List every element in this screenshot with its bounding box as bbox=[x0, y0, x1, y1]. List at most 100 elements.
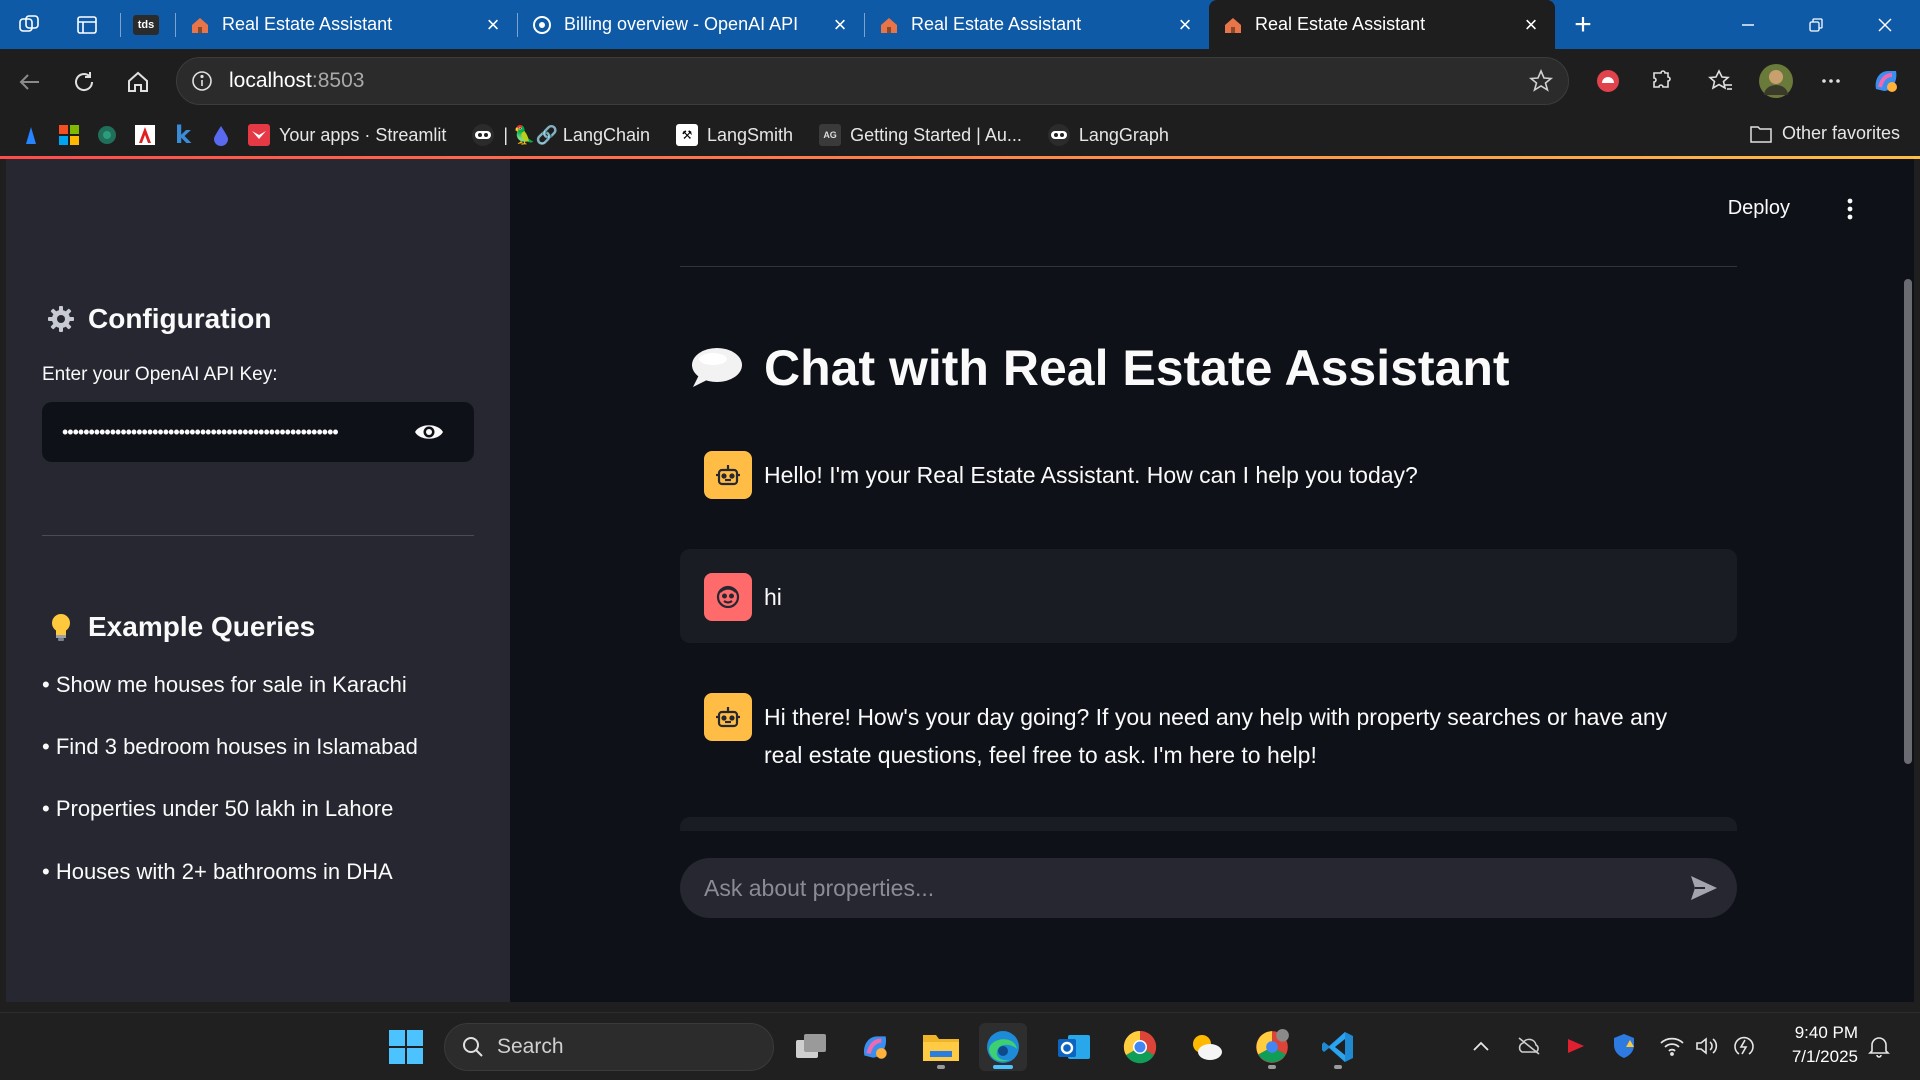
running-indicator bbox=[1334, 1065, 1342, 1069]
search-icon bbox=[463, 1037, 483, 1057]
refresh-icon[interactable] bbox=[64, 62, 104, 102]
tab-real-estate-active[interactable]: Real Estate Assistant × bbox=[1209, 0, 1555, 49]
favorite-star-icon[interactable] bbox=[1528, 68, 1554, 99]
favorite-langsmith[interactable]: ⚒ LangSmith bbox=[676, 124, 793, 146]
new-tab-button[interactable]: + bbox=[1563, 5, 1603, 45]
workspaces-icon[interactable] bbox=[12, 8, 46, 42]
globe-icon[interactable] bbox=[94, 122, 120, 148]
profile-avatar-icon[interactable] bbox=[1756, 61, 1796, 101]
tray-app-red-icon[interactable] bbox=[1561, 1031, 1591, 1061]
clock-date: 7/1/2025 bbox=[1791, 1047, 1858, 1066]
favorites-bar: k Your apps · Streamlit | 🦜🔗 LangChain ⚒… bbox=[0, 114, 1920, 156]
page-title: Chat with Real Estate Assistant bbox=[688, 339, 1510, 397]
adobe-icon[interactable] bbox=[132, 122, 158, 148]
langchain-icon bbox=[472, 124, 495, 146]
wifi-icon[interactable] bbox=[1657, 1031, 1687, 1061]
api-key-input[interactable]: ••••••••••••••••••••••••••••••••••••••••… bbox=[42, 402, 474, 462]
task-view-icon[interactable] bbox=[787, 1023, 835, 1071]
other-favorites[interactable]: Other favorites bbox=[1749, 123, 1900, 144]
chrome-profile-icon[interactable] bbox=[1248, 1023, 1296, 1071]
more-options-icon[interactable] bbox=[1811, 61, 1851, 101]
next-message-edge bbox=[680, 817, 1737, 831]
minimize-button[interactable] bbox=[1719, 0, 1777, 49]
chrome-icon[interactable] bbox=[1116, 1023, 1164, 1071]
tab-real-estate-1[interactable]: Real Estate Assistant × bbox=[176, 0, 517, 49]
message-text: Hi there! How's your day going? If you n… bbox=[764, 704, 1668, 768]
api-key-masked-value: ••••••••••••••••••••••••••••••••••••••••… bbox=[62, 421, 339, 442]
show-hidden-icons-chevron-icon[interactable] bbox=[1466, 1031, 1496, 1061]
close-tab-icon[interactable]: × bbox=[483, 13, 503, 35]
windows-start-icon[interactable] bbox=[382, 1023, 430, 1071]
page-scrollbar[interactable] bbox=[1904, 279, 1912, 764]
show-password-eye-icon[interactable] bbox=[414, 419, 444, 450]
favorites-icon[interactable] bbox=[1701, 61, 1741, 101]
copilot-app-icon[interactable] bbox=[851, 1023, 899, 1071]
close-tab-icon[interactable]: × bbox=[830, 13, 850, 35]
sidebar: Configuration Enter your OpenAI API Key:… bbox=[6, 159, 510, 1002]
address-bar[interactable]: localhost:8503 bbox=[176, 57, 1569, 105]
weather-icon[interactable] bbox=[1182, 1023, 1230, 1071]
k-icon[interactable]: k bbox=[170, 121, 196, 149]
close-tab-icon[interactable]: × bbox=[1175, 13, 1195, 35]
config-heading: Configuration bbox=[46, 303, 272, 335]
house-icon bbox=[190, 15, 210, 35]
security-warning-icon[interactable] bbox=[1609, 1031, 1639, 1061]
header-divider bbox=[680, 266, 1737, 267]
back-icon[interactable] bbox=[10, 62, 50, 102]
outlook-icon[interactable] bbox=[1050, 1023, 1098, 1071]
battery-charging-icon[interactable] bbox=[1729, 1031, 1759, 1061]
send-icon[interactable] bbox=[1689, 874, 1719, 907]
url-text: localhost:8503 bbox=[229, 69, 364, 93]
main-content: Deploy Chat with Real Estate Assistant H… bbox=[510, 159, 1914, 1002]
autogen-icon: AG bbox=[819, 124, 842, 146]
favorite-langgraph[interactable]: LangGraph bbox=[1047, 124, 1169, 146]
notifications-bell-icon[interactable] bbox=[1864, 1031, 1894, 1061]
other-favorites-label: Other favorites bbox=[1781, 123, 1900, 143]
home-icon[interactable] bbox=[118, 62, 158, 102]
extension-red-icon[interactable] bbox=[1588, 61, 1628, 101]
volume-icon[interactable] bbox=[1693, 1031, 1723, 1061]
restore-button[interactable] bbox=[1787, 0, 1845, 49]
url-port: :8503 bbox=[311, 69, 365, 92]
running-indicator bbox=[937, 1065, 945, 1069]
favorite-streamlit[interactable]: Your apps · Streamlit bbox=[248, 124, 446, 146]
tab-billing-openai[interactable]: Billing overview - OpenAI API × bbox=[518, 0, 864, 49]
langsmith-icon: ⚒ bbox=[676, 124, 698, 146]
url-host: localhost bbox=[229, 69, 312, 92]
active-indicator bbox=[993, 1065, 1013, 1069]
copilot-icon[interactable] bbox=[1866, 61, 1906, 101]
favorite-langchain[interactable]: | 🦜🔗 LangChain bbox=[472, 124, 650, 146]
atlassian-icon[interactable] bbox=[18, 122, 44, 148]
taskbar-search[interactable]: Search bbox=[444, 1023, 774, 1071]
favorite-label: | 🦜🔗 LangChain bbox=[503, 124, 650, 145]
system-clock[interactable]: 9:40 PM 7/1/2025 bbox=[1792, 1021, 1858, 1069]
browser-tab-strip: tds Real Estate Assistant × Billing over… bbox=[0, 0, 1920, 49]
config-title: Configuration bbox=[88, 303, 272, 334]
tab-actions-icon[interactable] bbox=[70, 8, 104, 42]
vscode-icon[interactable] bbox=[1314, 1023, 1362, 1071]
close-window-button[interactable] bbox=[1856, 0, 1914, 49]
chat-input[interactable] bbox=[704, 874, 1644, 902]
close-tab-icon[interactable]: × bbox=[1521, 13, 1541, 35]
drop-icon[interactable] bbox=[208, 122, 234, 148]
gear-icon bbox=[46, 304, 76, 334]
chat-input-field[interactable] bbox=[680, 858, 1737, 918]
tab-tds[interactable]: tds bbox=[121, 0, 175, 49]
extensions-icon[interactable] bbox=[1641, 61, 1681, 101]
tab-real-estate-2[interactable]: Real Estate Assistant × bbox=[865, 0, 1209, 49]
chat-message-user: hi bbox=[680, 549, 1737, 643]
examples-heading: Example Queries bbox=[46, 611, 315, 643]
tab-title: Real Estate Assistant bbox=[911, 14, 1082, 34]
favorite-label: Getting Started | Au... bbox=[850, 124, 1022, 145]
favorite-getting-started[interactable]: AG Getting Started | Au... bbox=[819, 124, 1022, 146]
api-key-label: Enter your OpenAI API Key: bbox=[42, 364, 278, 385]
edge-browser-icon[interactable] bbox=[979, 1023, 1027, 1071]
file-explorer-icon[interactable] bbox=[917, 1023, 965, 1071]
app-menu-icon[interactable] bbox=[1838, 194, 1862, 224]
microsoft-icon[interactable] bbox=[56, 122, 82, 148]
site-info-icon[interactable] bbox=[189, 68, 215, 94]
langgraph-icon bbox=[1047, 124, 1070, 146]
deploy-button[interactable]: Deploy bbox=[1728, 197, 1790, 220]
house-icon bbox=[879, 15, 899, 35]
onedrive-offline-icon[interactable] bbox=[1514, 1031, 1544, 1061]
